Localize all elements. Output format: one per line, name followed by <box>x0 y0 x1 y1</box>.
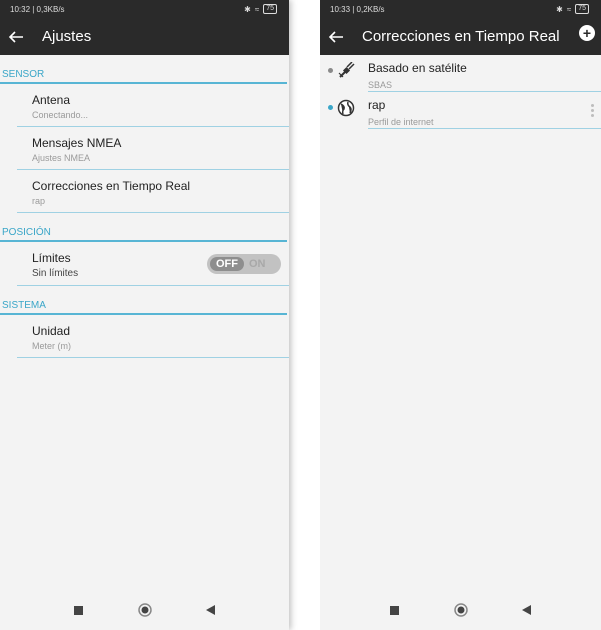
item-subtitle: Perfil de internet <box>368 117 434 127</box>
status-icons: ✱ ≈ 75 <box>244 4 277 14</box>
settings-screen: 10:32 | 0,3KB/s ✱ ≈ 75 Ajustes SENSOR An… <box>0 0 289 630</box>
page-title: Correcciones en Tiempo Real <box>362 28 560 45</box>
list-item-rap[interactable]: rap Perfil de internet <box>328 92 601 129</box>
pref-title: Unidad <box>32 324 71 338</box>
pref-limites[interactable]: Límites Sin límites OFF ON <box>17 242 289 286</box>
add-circle-icon[interactable]: + <box>579 25 595 41</box>
bluetooth-icon: ✱ <box>556 4 563 14</box>
bluetooth-icon: ✱ <box>244 4 251 14</box>
back-triangle-icon[interactable] <box>520 603 534 617</box>
system-nav-bar <box>0 590 289 630</box>
pref-title: Antena <box>32 93 71 107</box>
limits-toggle[interactable]: OFF ON <box>207 254 281 274</box>
pref-corrections[interactable]: Correcciones en Tiempo Real rap <box>17 170 289 213</box>
system-nav-bar <box>320 590 601 630</box>
status-time: 10:33 | 0,2KB/s <box>330 4 385 14</box>
app-bar: Correcciones en Tiempo Real <box>320 18 601 55</box>
home-circle-icon[interactable] <box>137 603 152 617</box>
pref-summary: Conectando... <box>32 110 89 120</box>
toggle-off-label: OFF <box>210 257 244 271</box>
item-title: rap <box>368 98 386 112</box>
list-item-sbas[interactable]: Basado en satélite SBAS <box>328 55 601 92</box>
pref-summary: Meter (m) <box>32 341 71 351</box>
item-subtitle: SBAS <box>368 80 393 90</box>
back-arrow-icon[interactable] <box>328 29 354 45</box>
section-header-sistema: SISTEMA <box>0 298 287 315</box>
wifi-icon: ≈ <box>254 4 260 14</box>
satellite-icon <box>338 62 355 78</box>
page-title: Ajustes <box>42 28 92 45</box>
status-dot <box>328 68 333 73</box>
pref-antena[interactable]: Antena Conectando... <box>17 84 289 127</box>
back-triangle-icon[interactable] <box>204 603 218 617</box>
globe-icon <box>337 99 355 117</box>
pref-title: Correcciones en Tiempo Real <box>32 179 191 193</box>
battery-icon: 75 <box>575 4 589 14</box>
status-icons: ✱ ≈ 75 <box>556 4 589 14</box>
app-bar: Ajustes <box>0 18 289 55</box>
item-title: Basado en satélite <box>368 61 467 75</box>
status-bar: 10:32 | 0,3KB/s ✱ ≈ 75 <box>0 0 289 18</box>
battery-icon: 75 <box>263 4 277 14</box>
pref-summary: rap <box>32 196 46 206</box>
pref-summary: Ajustes NMEA <box>32 153 91 163</box>
status-dot <box>328 105 333 110</box>
recents-square-icon[interactable] <box>72 603 86 617</box>
toggle-on-label: ON <box>249 258 266 270</box>
pref-unidad[interactable]: Unidad Meter (m) <box>17 315 289 358</box>
overflow-menu-icon[interactable] <box>591 104 595 117</box>
pref-nmea[interactable]: Mensajes NMEA Ajustes NMEA <box>17 127 289 170</box>
back-arrow-icon[interactable] <box>8 29 34 45</box>
status-time: 10:32 | 0,3KB/s <box>10 4 65 14</box>
pref-title: Mensajes NMEA <box>32 136 122 150</box>
recents-square-icon[interactable] <box>388 603 402 617</box>
status-bar: 10:33 | 0,2KB/s ✱ ≈ 75 <box>320 0 601 18</box>
corrections-screen: 10:33 | 0,2KB/s ✱ ≈ 75 Correcciones en T… <box>320 0 601 630</box>
home-circle-icon[interactable] <box>453 603 468 617</box>
section-header-posicion: POSICIÓN <box>0 225 287 242</box>
wifi-icon: ≈ <box>566 4 572 14</box>
section-header-sensor: SENSOR <box>0 67 287 84</box>
